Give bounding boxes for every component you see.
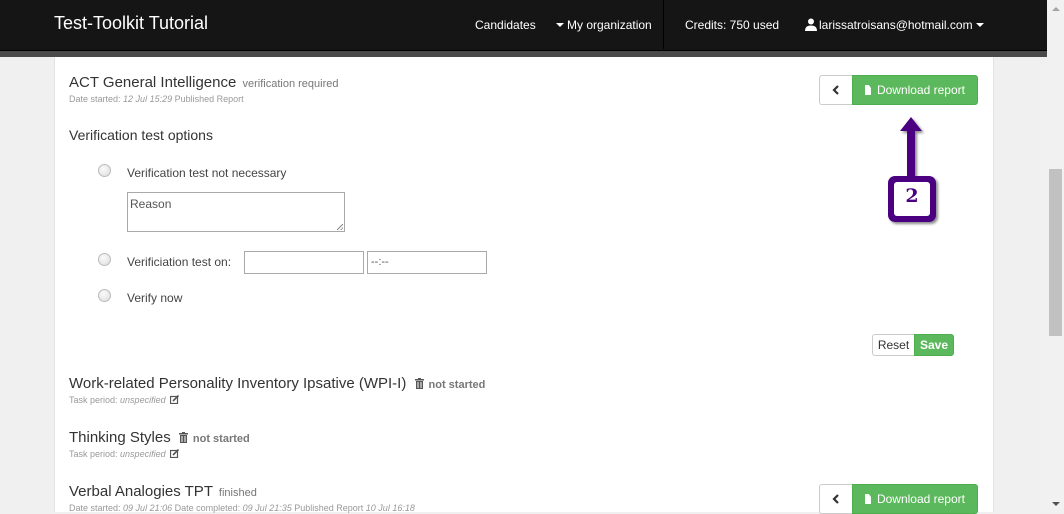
task-meta-wpi: Task period: unspecified bbox=[69, 395, 180, 405]
meta-task-period: unspecified bbox=[120, 395, 166, 405]
time-input[interactable]: --:-- bbox=[367, 251, 487, 274]
nav-my-organization[interactable]: My organization bbox=[553, 18, 652, 32]
nav-candidates[interactable]: Candidates bbox=[475, 18, 536, 32]
reason-placeholder: Reason bbox=[130, 197, 172, 211]
meta-label: Task period: bbox=[69, 449, 118, 459]
nav-divider bbox=[663, 0, 664, 49]
meta-published: Published Report bbox=[174, 94, 244, 104]
back-button[interactable] bbox=[819, 484, 852, 514]
reason-textarea[interactable]: Reason bbox=[127, 192, 345, 232]
save-button[interactable]: Save bbox=[914, 334, 954, 356]
task-status: not started bbox=[428, 379, 486, 391]
scroll-up-arrow-icon[interactable] bbox=[1052, 7, 1060, 11]
task-title-thinking-styles: Thinking Styles not started bbox=[69, 429, 250, 446]
resize-handle-icon[interactable] bbox=[337, 224, 343, 230]
task-name: Thinking Styles bbox=[69, 429, 171, 446]
scrollbar-thumb[interactable] bbox=[1049, 169, 1062, 336]
task-meta-thinking-styles: Task period: unspecified bbox=[69, 449, 180, 459]
download-report-label: Download report bbox=[876, 83, 965, 97]
task-name: ACT General Intelligence bbox=[69, 74, 237, 91]
reset-button[interactable]: Reset bbox=[872, 334, 914, 356]
meta-label: Date started: bbox=[69, 94, 121, 104]
task-title-wpi: Work-related Personality Inventory Ipsat… bbox=[69, 375, 485, 392]
task-meta-act: Date started: 12 Jul 15:29 Published Rep… bbox=[69, 94, 244, 104]
user-icon bbox=[805, 18, 817, 31]
download-report-button[interactable]: Download report bbox=[852, 484, 978, 514]
task-status: verification required bbox=[242, 78, 339, 90]
radio-test-on[interactable] bbox=[98, 253, 111, 266]
task-name: Work-related Personality Inventory Ipsat… bbox=[69, 375, 407, 392]
radio-not-necessary[interactable] bbox=[98, 164, 111, 177]
edit-icon[interactable] bbox=[170, 449, 180, 458]
chevron-left-icon bbox=[832, 85, 839, 95]
meta-date-started: 12 Jul 15:29 bbox=[123, 94, 173, 104]
nav-user-menu[interactable]: larissatroisans@hotmail.com bbox=[805, 18, 987, 32]
task-status: not started bbox=[192, 433, 250, 445]
download-report-label: Download report bbox=[876, 492, 965, 506]
edit-icon[interactable] bbox=[170, 395, 180, 404]
download-report-button[interactable]: Download report bbox=[852, 75, 978, 105]
radio-label-verify-now: Verify now bbox=[127, 291, 183, 305]
task-name: Verbal Analogies TPT bbox=[69, 483, 213, 500]
act-report-actions: Download report bbox=[819, 75, 978, 105]
radio-verify-now[interactable] bbox=[98, 289, 111, 302]
nav-credits: Credits: 750 used bbox=[685, 18, 780, 32]
annotation-arrow-icon bbox=[888, 117, 936, 222]
file-icon bbox=[865, 494, 871, 504]
scroll-down-arrow-icon[interactable] bbox=[1052, 502, 1060, 506]
radio-label-not-necessary: Verification test not necessary bbox=[127, 166, 287, 180]
meta-task-period: unspecified bbox=[120, 449, 166, 459]
task-title-verbal-analogies: Verbal Analogies TPT finished bbox=[69, 483, 257, 500]
verification-heading: Verification test options bbox=[69, 127, 213, 143]
meta-label: Task period: bbox=[69, 395, 118, 405]
trash-icon[interactable] bbox=[414, 378, 424, 389]
trash-icon[interactable] bbox=[178, 432, 188, 443]
user-email: larissatroisans@hotmail.com bbox=[819, 18, 973, 32]
top-navbar: Test-Toolkit Tutorial Candidates My orga… bbox=[0, 0, 1047, 51]
brand-title[interactable]: Test-Toolkit Tutorial bbox=[54, 13, 208, 34]
caret-down-icon bbox=[556, 22, 564, 27]
verbal-report-actions: Download report bbox=[819, 484, 978, 514]
back-button[interactable] bbox=[819, 75, 852, 105]
date-input[interactable] bbox=[244, 251, 364, 274]
task-status: finished bbox=[218, 487, 257, 499]
nav-my-organization-label: My organization bbox=[567, 18, 652, 32]
file-icon bbox=[865, 85, 871, 95]
annotation-step-number: 2 bbox=[905, 185, 919, 207]
task-title-act: ACT General Intelligence verification re… bbox=[69, 74, 339, 91]
chevron-left-icon bbox=[832, 494, 839, 504]
caret-down-icon bbox=[975, 22, 984, 27]
radio-label-test-on: Verificiation test on: bbox=[127, 255, 232, 269]
